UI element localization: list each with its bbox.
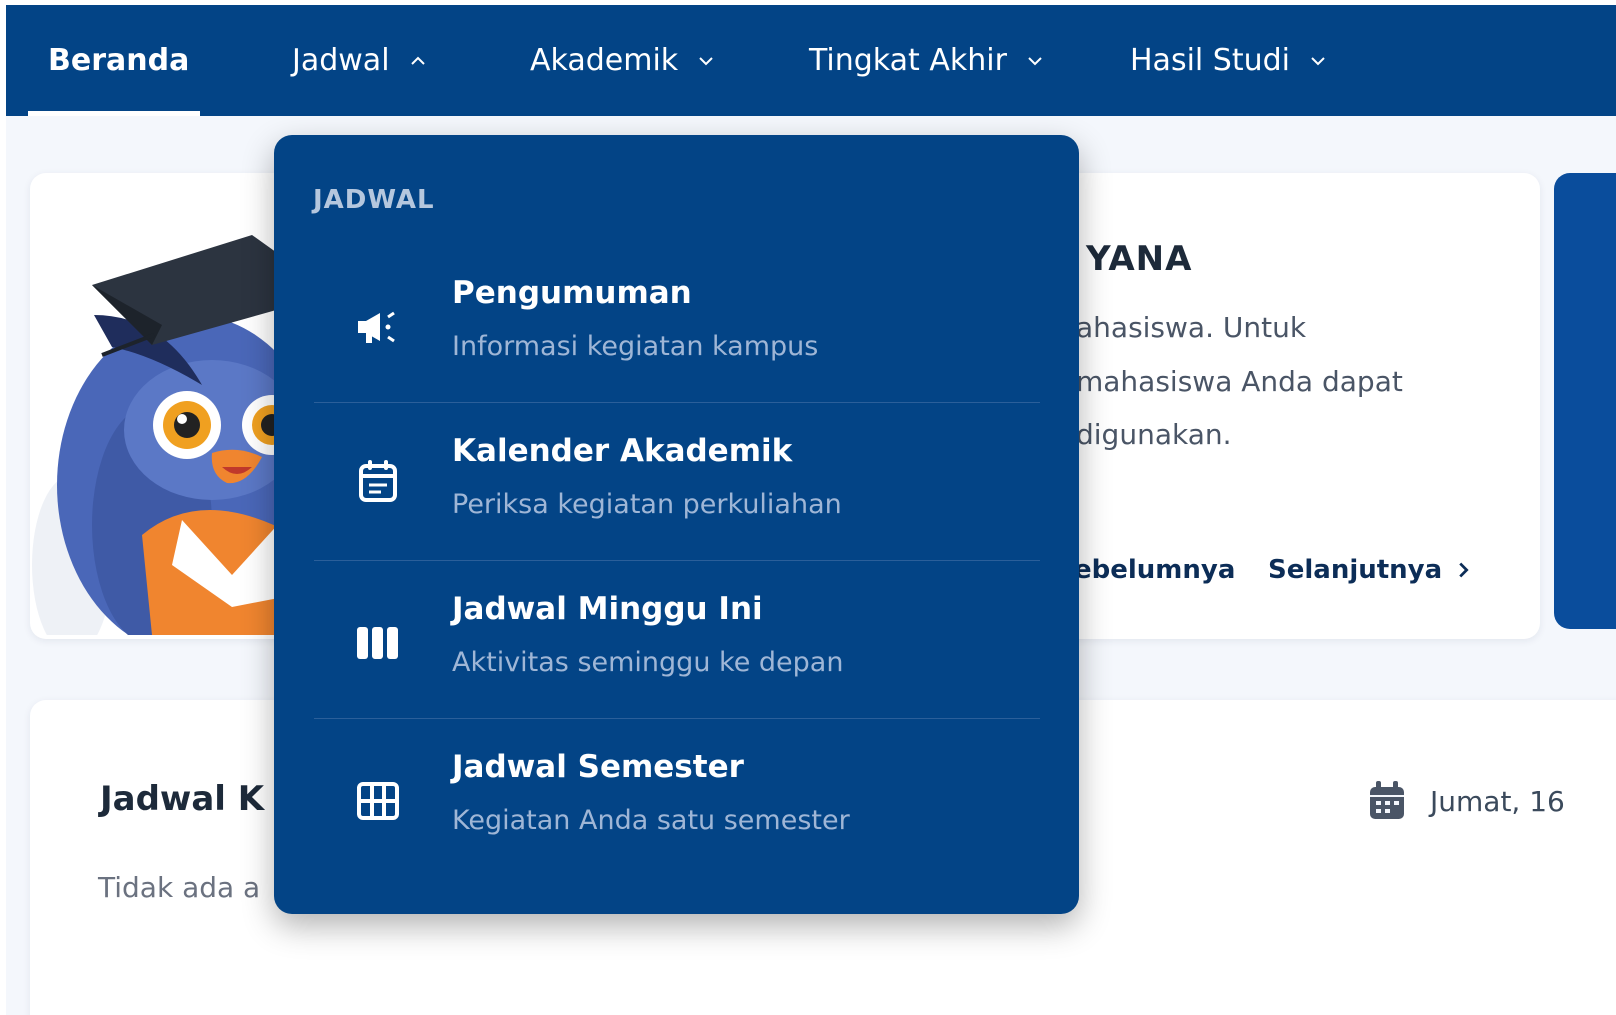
dropdown-item-subtitle: Periksa kegiatan perkuliahan — [452, 489, 842, 520]
megaphone-icon — [354, 303, 402, 351]
welcome-text-line: mahasiswa Anda dapat — [1076, 365, 1403, 398]
previous-label: ebelumnya — [1074, 555, 1236, 585]
chevron-down-icon — [1311, 56, 1325, 65]
nav-item-jadwal[interactable]: Jadwal — [292, 5, 430, 116]
schedule-empty-text: Tidak ada a — [98, 871, 261, 904]
nav-item-label: Hasil Studi — [1130, 43, 1290, 78]
nav-item-label: Beranda — [48, 43, 190, 78]
calendar-icon — [354, 457, 402, 505]
active-nav-indicator — [28, 111, 200, 116]
nav-item-akademik[interactable]: Akademik — [530, 5, 718, 116]
chevron-down-icon — [699, 56, 713, 65]
nav-item-label: Jadwal — [292, 43, 390, 78]
dropdown-heading: JADWAL — [313, 185, 435, 215]
dropdown-item-jadwal-minggu-ini[interactable]: Jadwal Minggu Ini Aktivitas seminggu ke … — [314, 561, 1040, 719]
jadwal-dropdown-menu: JADWAL Pengumuman Informasi kegiatan kam… — [274, 135, 1079, 914]
dropdown-item-title: Pengumuman — [452, 275, 692, 311]
nav-item-hasil-studi[interactable]: Hasil Studi — [1130, 5, 1330, 116]
dropdown-item-kalender-akademik[interactable]: Kalender Akademik Periksa kegiatan perku… — [314, 403, 1040, 561]
dropdown-item-jadwal-semester[interactable]: Jadwal Semester Kegiatan Anda satu semes… — [314, 719, 1040, 877]
calendar-icon — [1370, 781, 1404, 819]
welcome-name: YANA — [1086, 239, 1193, 279]
schedule-title: Jadwal K — [100, 779, 265, 819]
dropdown-item-subtitle: Kegiatan Anda satu semester — [452, 805, 850, 836]
dropdown-item-title: Kalender Akademik — [452, 433, 793, 469]
app-frame: Beranda Jadwal Akademik Tingkat Akhir Ha… — [6, 5, 1616, 1015]
dropdown-item-pengumuman[interactable]: Pengumuman Informasi kegiatan kampus — [314, 245, 1040, 403]
nav-item-tingkat-akhir[interactable]: Tingkat Akhir — [809, 5, 1047, 116]
dropdown-item-title: Jadwal Semester — [452, 749, 744, 785]
chevron-up-icon — [410, 56, 425, 65]
welcome-text-line: digunakan. — [1076, 418, 1232, 451]
nav-item-label: Akademik — [530, 43, 679, 78]
next-button[interactable]: Selanjutnya — [1268, 555, 1474, 585]
next-label: Selanjutnya — [1268, 555, 1443, 585]
date-display: Jumat, 16 — [1368, 781, 1565, 821]
dropdown-item-title: Jadwal Minggu Ini — [452, 591, 763, 627]
owl-mascot-illustration — [32, 235, 294, 635]
dropdown-item-subtitle: Aktivitas seminggu ke depan — [452, 647, 844, 678]
nav-item-beranda[interactable]: Beranda — [48, 5, 189, 116]
chevron-right-icon — [1459, 562, 1469, 578]
welcome-text-line: ahasiswa. Untuk — [1076, 311, 1307, 344]
date-text: Jumat, 16 — [1430, 784, 1565, 818]
side-card — [1554, 173, 1616, 629]
dropdown-item-subtitle: Informasi kegiatan kampus — [452, 331, 819, 362]
nav-item-label: Tingkat Akhir — [809, 43, 1007, 78]
previous-button[interactable]: ebelumnya — [1074, 555, 1235, 585]
week-columns-icon — [354, 619, 402, 667]
chevron-down-icon — [1028, 56, 1042, 65]
top-nav: Beranda Jadwal Akademik Tingkat Akhir Ha… — [6, 5, 1616, 116]
grid-icon — [354, 777, 402, 825]
